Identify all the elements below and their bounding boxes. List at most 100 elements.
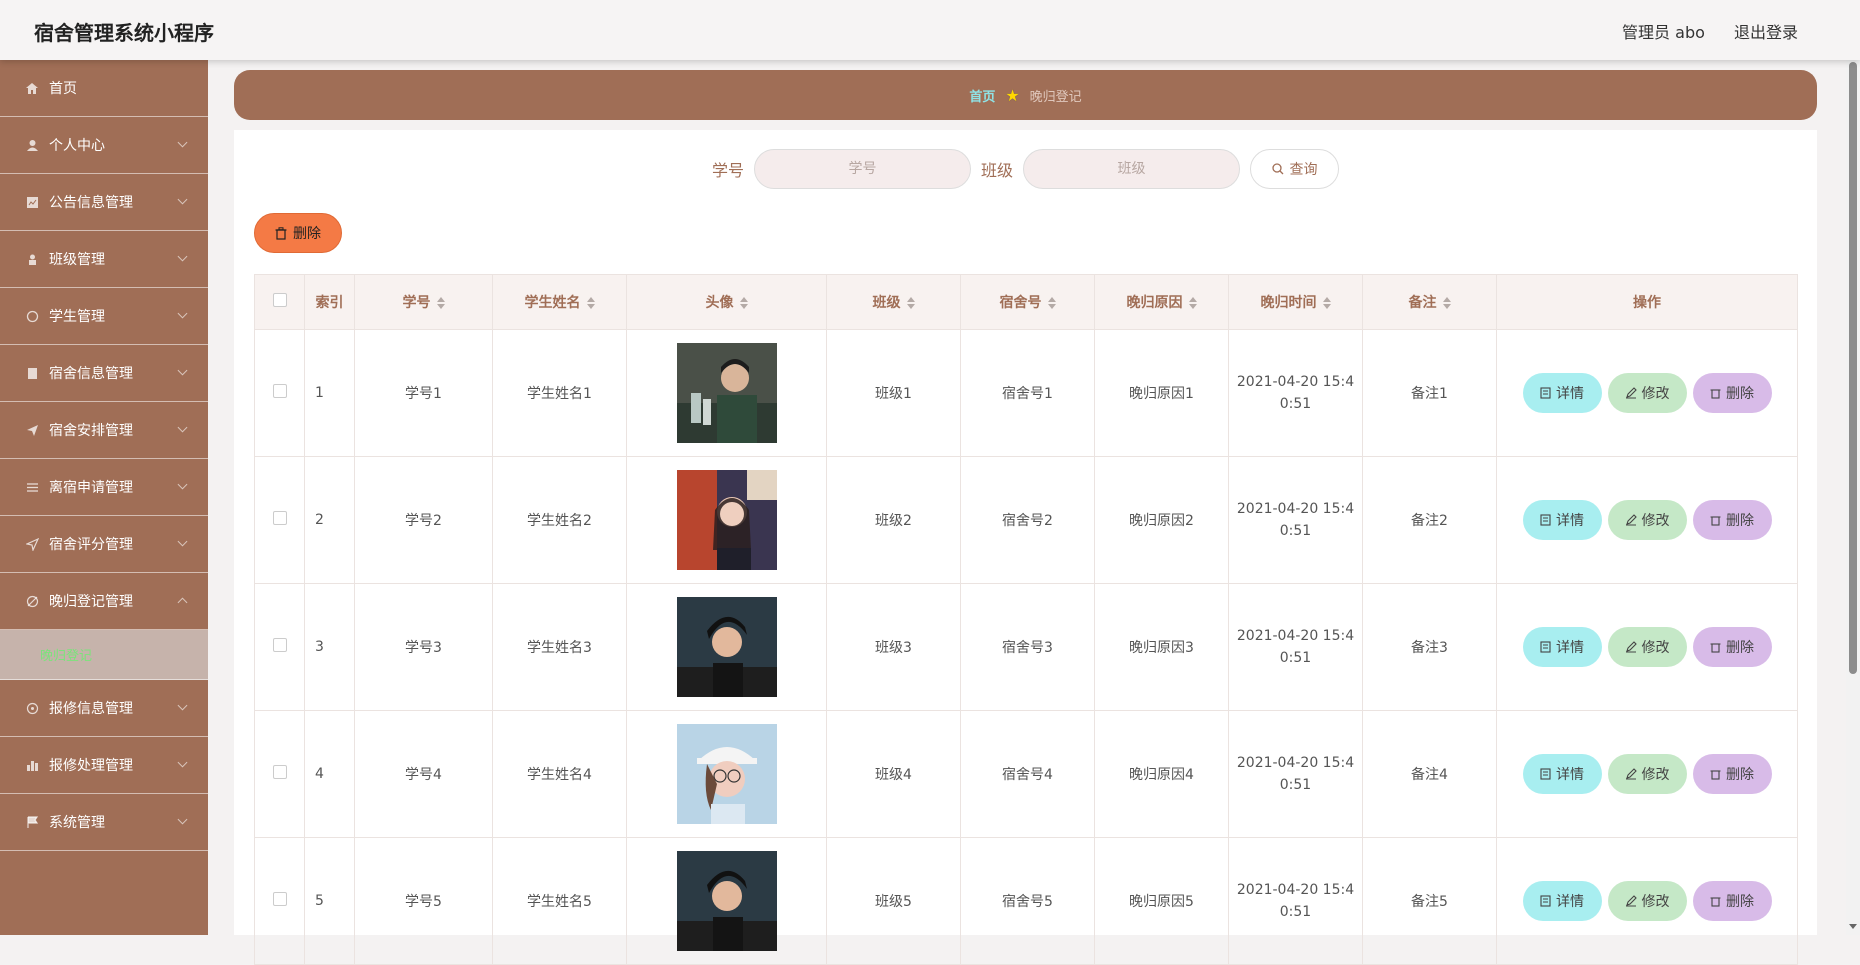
header-time[interactable]: 晚归时间: [1228, 274, 1363, 330]
breadcrumb-current: 晚归登记: [1029, 89, 1082, 105]
row-checkbox[interactable]: [272, 765, 287, 779]
notice-icon: [24, 194, 40, 210]
table-row: 4 学号4 学生姓名4 班级4 宿舍号4 晚归原因4 2021-04-20 15:4 0:51…: [254, 710, 1798, 838]
delete-label: 删除: [1726, 894, 1754, 910]
sidebar-item-flag[interactable]: 系统管理: [0, 794, 208, 851]
document-icon: [1540, 387, 1551, 399]
table-header-row: 索引 学号 学生姓名 头像 班级 宿舍号 晚归原因 晚归时间 备注 操作: [254, 274, 1798, 330]
row-select-cell[interactable]: [254, 456, 305, 584]
search-icon: [1271, 163, 1283, 175]
delete-row-button[interactable]: 删除: [1692, 881, 1772, 921]
sidebar-item-clock[interactable]: 晚归登记管理: [0, 573, 208, 630]
sidebar-item-user[interactable]: 个人中心: [0, 117, 208, 174]
sidebar-item-home[interactable]: 首页: [0, 60, 208, 117]
trash-icon: [1710, 770, 1721, 780]
sidebar-subitem-late-return[interactable]: 晚归登记: [0, 630, 208, 680]
batch-delete-button[interactable]: 删除: [254, 213, 342, 253]
time-line-1: 2021-04-20 15:4: [1236, 374, 1355, 390]
sort-icon[interactable]: [1442, 297, 1451, 309]
breadcrumb: 首页 ★ 晚归登记: [234, 70, 1817, 120]
search-button[interactable]: 查询: [1250, 149, 1340, 189]
select-all-cell[interactable]: [254, 274, 305, 330]
edit-button[interactable]: 修改: [1607, 881, 1687, 921]
cell-note: 备注5: [1362, 837, 1497, 965]
cell-name: 学生姓名4: [492, 710, 627, 838]
header-xuehao[interactable]: 学号: [354, 274, 493, 330]
row-checkbox[interactable]: [272, 638, 287, 652]
detail-button[interactable]: 详情: [1522, 881, 1602, 921]
delete-row-button[interactable]: 删除: [1692, 754, 1772, 794]
sidebar-item-nav[interactable]: 宿舍评分管理: [0, 516, 208, 573]
detail-button[interactable]: 详情: [1522, 754, 1602, 794]
sidebar-item-label: 首页: [49, 81, 77, 97]
header-label: 宿舍号: [999, 295, 1042, 311]
sidebar-item-chart[interactable]: 报修处理管理: [0, 737, 208, 794]
cell-reason: 晚归原因5: [1094, 837, 1229, 965]
sort-icon[interactable]: [906, 297, 915, 309]
sidebar-item-send[interactable]: 宿舍安排管理: [0, 402, 208, 459]
delete-row-button[interactable]: 删除: [1692, 627, 1772, 667]
xuehao-search-input[interactable]: [754, 149, 971, 189]
edit-button[interactable]: 修改: [1607, 627, 1687, 667]
logout-link[interactable]: 退出登录: [1734, 23, 1798, 42]
class-search-input[interactable]: [1023, 149, 1241, 189]
page-scrollbar[interactable]: [1846, 60, 1860, 935]
time-line-2: 0:51: [1279, 650, 1312, 666]
detail-button[interactable]: 详情: [1522, 373, 1602, 413]
sort-icon[interactable]: [436, 297, 445, 309]
chevron-down-icon: [177, 194, 188, 205]
sort-icon[interactable]: [1188, 297, 1197, 309]
scrollbar-thumb[interactable]: [1849, 62, 1857, 674]
cell-dorm: 宿舍号4: [960, 710, 1095, 838]
row-select-cell[interactable]: [254, 583, 305, 711]
repair-icon: [24, 700, 40, 716]
row-select-cell[interactable]: [254, 329, 305, 457]
cell-dorm: 宿舍号2: [960, 456, 1095, 584]
chevron-down-icon: [177, 365, 188, 376]
sidebar-item-class[interactable]: 班级管理: [0, 231, 208, 288]
sidebar-item-notice[interactable]: 公告信息管理: [0, 174, 208, 231]
breadcrumb-home[interactable]: 首页: [969, 86, 995, 105]
delete-row-button[interactable]: 删除: [1692, 373, 1772, 413]
edit-button[interactable]: 修改: [1607, 754, 1687, 794]
delete-row-button[interactable]: 删除: [1692, 500, 1772, 540]
cell-time: 2021-04-20 15:4 0:51: [1228, 710, 1363, 838]
detail-button[interactable]: 详情: [1522, 500, 1602, 540]
row-select-cell[interactable]: [254, 837, 305, 965]
header-reason[interactable]: 晚归原因: [1094, 274, 1229, 330]
sort-icon[interactable]: [739, 297, 748, 309]
row-checkbox[interactable]: [272, 511, 287, 525]
table-row: 2 学号2 学生姓名2 班级2 宿舍号2 晚归原因2 2021-04-20 15:4 0:51…: [254, 456, 1798, 584]
cell-name: 学生姓名5: [492, 837, 627, 965]
header-actions: 操作: [1496, 274, 1798, 330]
sort-icon[interactable]: [1047, 297, 1056, 309]
sort-icon[interactable]: [586, 297, 595, 309]
row-checkbox[interactable]: [272, 892, 287, 906]
sidebar-item-dorm[interactable]: 宿舍信息管理: [0, 345, 208, 402]
header-name[interactable]: 学生姓名: [492, 274, 627, 330]
scroll-down-icon[interactable]: [1849, 924, 1857, 929]
detail-button[interactable]: 详情: [1522, 627, 1602, 667]
sidebar-item-repair[interactable]: 报修信息管理: [0, 680, 208, 737]
edit-button[interactable]: 修改: [1607, 373, 1687, 413]
clock-icon: [24, 593, 40, 609]
time-line-2: 0:51: [1279, 396, 1312, 412]
pencil-icon: [1625, 768, 1637, 780]
header-avatar[interactable]: 头像: [626, 274, 827, 330]
edit-button[interactable]: 修改: [1607, 500, 1687, 540]
sidebar-item-student[interactable]: 学生管理: [0, 288, 208, 345]
cell-actions: 详情 修改 删除: [1496, 329, 1798, 457]
row-checkbox[interactable]: [272, 384, 287, 398]
header-class[interactable]: 班级: [826, 274, 961, 330]
sort-icon[interactable]: [1322, 297, 1331, 309]
cell-actions: 详情 修改 删除: [1496, 837, 1798, 965]
user-area: 管理员 abo 退出登录: [1598, 19, 1798, 43]
batch-delete-label: 删除: [293, 226, 321, 242]
cell-class: 班级2: [826, 456, 961, 584]
header-note[interactable]: 备注: [1362, 274, 1497, 330]
row-select-cell[interactable]: [254, 710, 305, 838]
cell-note: 备注2: [1362, 456, 1497, 584]
sidebar-item-sliders[interactable]: 离宿申请管理: [0, 459, 208, 516]
select-all-checkbox[interactable]: [272, 293, 287, 307]
header-dorm[interactable]: 宿舍号: [960, 274, 1095, 330]
